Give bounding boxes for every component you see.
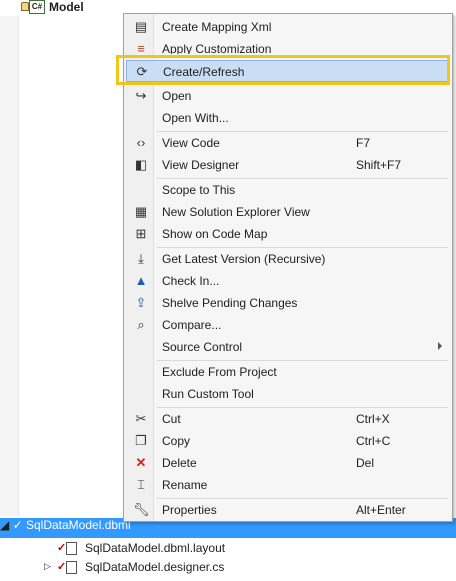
wrench-icon: 🔧︎ — [133, 502, 150, 517]
menu-item-view-designer[interactable]: ◧ View Designer Shift+F7 — [126, 154, 450, 176]
menu-item-label: View Code — [162, 136, 220, 150]
shelve-icon: ⇪ — [135, 295, 147, 310]
menu-item-label: Delete — [162, 456, 197, 470]
menu-item-label: Get Latest Version (Recursive) — [162, 252, 326, 266]
delete-x-icon: ✕ — [135, 455, 147, 470]
menu-item-label: Copy — [162, 434, 191, 448]
customize-icon: ≡ — [137, 41, 145, 54]
menu-item-view-code[interactable]: ‹› View Code F7 — [126, 132, 450, 154]
menu-item-run-custom-tool[interactable]: Run Custom Tool — [126, 383, 450, 405]
context-menu: ▤ Create Mapping Xml ≡ Apply Customizati… — [123, 13, 453, 522]
csharp-project-icon: C# — [29, 0, 45, 14]
checked-in-icon: ✓ — [12, 518, 23, 532]
menu-item-copy[interactable]: ❐ Copy Ctrl+C — [126, 430, 450, 452]
menu-item-shortcut: Del — [356, 456, 375, 470]
tree-item[interactable]: ✓ SqlDataModel.dbml.layout — [0, 538, 456, 558]
menu-item-label: Rename — [162, 478, 208, 492]
collapse-arrow-icon[interactable]: ◢ — [0, 518, 9, 532]
menu-item-get-latest-version[interactable]: ⤓ Get Latest Version (Recursive) — [126, 248, 450, 270]
menu-item-exclude-from-project[interactable]: Exclude From Project — [126, 361, 450, 383]
menu-item-label: Properties — [162, 503, 217, 517]
get-latest-icon: ⤓ — [138, 251, 144, 266]
layout-file-icon — [66, 542, 77, 555]
menu-item-rename[interactable]: ⌶ Rename — [126, 474, 450, 496]
menu-item-label: Apply Customization — [162, 42, 272, 54]
menu-item-label: Open With... — [162, 111, 229, 125]
menu-item-label: New Solution Explorer View — [162, 205, 310, 219]
code-icon: ‹› — [136, 135, 146, 150]
menu-item-label: Compare... — [162, 318, 222, 332]
tree-item-label: SqlDataModel.dbml.layout — [85, 541, 226, 555]
tree-item-label: SqlDataModel.designer.cs — [85, 560, 225, 574]
check-in-icon: ▲ — [134, 273, 148, 288]
menu-item-shortcut: F7 — [356, 136, 371, 150]
code-map-icon: ⊞ — [135, 226, 147, 241]
menu-item-open[interactable]: ↪ Open — [126, 85, 450, 107]
menu-item-cut[interactable]: ✂ Cut Ctrl+X — [126, 408, 450, 430]
expand-arrow-icon[interactable]: ▷ — [44, 561, 51, 572]
menu-item-show-on-code-map[interactable]: ⊞ Show on Code Map — [126, 223, 450, 245]
checked-in-icon: ✓ — [57, 561, 67, 573]
menu-item-label: Open — [162, 89, 192, 103]
rename-icon: ⌶ — [137, 477, 145, 492]
menu-item-shortcut: Ctrl+X — [356, 412, 390, 426]
tree-root-row[interactable]: C# Model — [0, 0, 124, 16]
menu-item-source-control[interactable]: Source Control — [126, 336, 450, 358]
copy-icon: ❐ — [135, 433, 147, 448]
menu-item-create-mapping-xml[interactable]: ▤ Create Mapping Xml — [126, 16, 450, 38]
menu-item-label: View Designer — [162, 158, 240, 172]
menu-item-shortcut: Ctrl+C — [356, 434, 391, 448]
menu-item-label: Exclude From Project — [162, 365, 277, 379]
menu-item-shelve-pending-changes[interactable]: ⇪ Shelve Pending Changes — [126, 292, 450, 314]
solution-explorer-icon: ▦ — [134, 204, 148, 219]
submenu-arrow-icon — [438, 342, 442, 350]
compare-icon: ⌕ — [137, 317, 145, 332]
menu-item-label: Create Mapping Xml — [162, 20, 272, 34]
menu-item-label: Cut — [162, 412, 181, 426]
highlight-callout-box — [116, 55, 450, 85]
tree-item[interactable]: ▷ ✓ SqlDataModel.designer.cs — [0, 557, 456, 577]
menu-item-new-solution-explorer-view[interactable]: ▦ New Solution Explorer View — [126, 201, 450, 223]
cs-file-icon — [66, 561, 77, 574]
checked-in-icon: ✓ — [57, 542, 67, 554]
menu-item-check-in[interactable]: ▲ Check In... — [126, 270, 450, 292]
menu-item-label: Run Custom Tool — [162, 387, 254, 401]
tree-root-label: Model — [49, 0, 84, 14]
menu-item-scope-to-this[interactable]: Scope to This — [126, 179, 450, 201]
scissors-icon: ✂ — [135, 411, 147, 426]
menu-item-label: Check In... — [162, 274, 220, 288]
lock-icon — [21, 2, 29, 11]
menu-item-compare[interactable]: ⌕ Compare... — [126, 314, 450, 336]
menu-item-properties[interactable]: 🔧︎ Properties Alt+Enter — [126, 499, 450, 521]
tree-gutter — [0, 16, 19, 516]
menu-item-shortcut: Alt+Enter — [356, 503, 406, 517]
menu-item-open-with[interactable]: Open With... — [126, 107, 450, 129]
menu-item-delete[interactable]: ✕ Delete Del — [126, 452, 450, 474]
open-arrow-icon: ↪ — [135, 88, 147, 103]
designer-icon: ◧ — [134, 157, 148, 172]
menu-item-apply-customization[interactable]: ≡ Apply Customization — [126, 38, 450, 54]
menu-item-label: Source Control — [162, 340, 243, 354]
menu-item-shortcut: Shift+F7 — [356, 158, 402, 172]
tree-gutter-divider — [18, 16, 19, 516]
tree-item-label: SqlDataModel.dbml — [25, 518, 131, 532]
menu-item-label: Scope to This — [162, 183, 236, 197]
menu-item-label: Show on Code Map — [162, 227, 268, 241]
document-icon: ▤ — [134, 19, 148, 34]
menu-item-label: Shelve Pending Changes — [162, 296, 298, 310]
